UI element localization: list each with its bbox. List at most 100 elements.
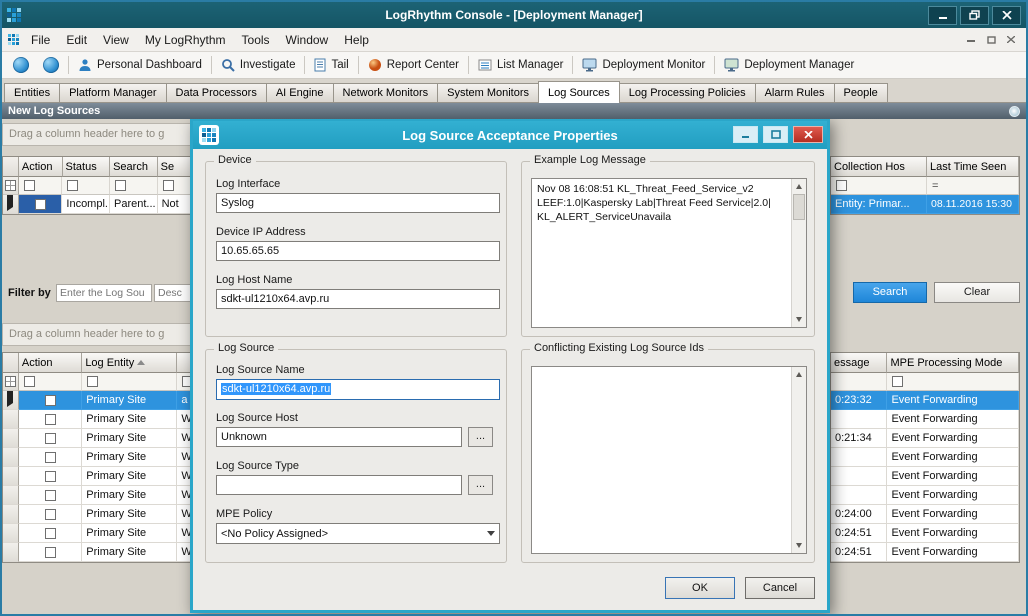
tail-button[interactable]: Tail (307, 55, 355, 75)
scroll-up-icon[interactable] (792, 367, 806, 382)
filter-checkbox[interactable] (67, 180, 78, 191)
log-host-name-input[interactable]: sdkt-ul1210x64.avp.ru (216, 289, 500, 309)
row-checkbox[interactable] (45, 509, 56, 520)
ok-button[interactable]: OK (665, 577, 735, 599)
column-header-action[interactable]: Action (19, 157, 63, 177)
table-row[interactable]: 0:21:34 Event Forwarding (831, 429, 1019, 448)
column-header-action[interactable]: Action (19, 353, 82, 373)
column-header-log-entity[interactable]: Log Entity (82, 353, 177, 373)
row-checkbox[interactable] (45, 452, 56, 463)
row-checkbox[interactable] (45, 547, 56, 558)
filter-checkbox[interactable] (24, 376, 35, 387)
column-header-mpe-processing-mode[interactable]: MPE Processing Mode (887, 353, 1019, 373)
example-log-message-box[interactable]: Nov 08 16:08:51 KL_Threat_Feed_Service_v… (531, 178, 807, 328)
column-header-last-time-seen[interactable]: Last Time Seen (927, 157, 1019, 177)
column-header-collection-host[interactable]: Collection Hos (831, 157, 927, 177)
filter-grid-icon[interactable] (5, 376, 16, 387)
section-circle-icon[interactable] (1009, 106, 1020, 117)
tab-log-sources[interactable]: Log Sources (538, 81, 620, 103)
tab-alarm-rules[interactable]: Alarm Rules (755, 83, 835, 102)
tab-people[interactable]: People (834, 83, 888, 102)
filter-equals-operator[interactable]: = (932, 180, 938, 192)
log-source-host-browse-button[interactable]: ... (468, 427, 493, 447)
table-row[interactable]: 0:23:32 Event Forwarding (831, 391, 1019, 410)
tab-network-monitors[interactable]: Network Monitors (333, 83, 439, 102)
scrollbar[interactable] (791, 179, 806, 327)
row-checkbox[interactable] (45, 414, 56, 425)
clear-button[interactable]: Clear (934, 282, 1020, 303)
filter-checkbox[interactable] (163, 180, 174, 191)
filter-checkbox[interactable] (892, 376, 903, 387)
table-row[interactable]: 0:24:51 Event Forwarding (831, 543, 1019, 562)
log-source-filter-input[interactable] (56, 284, 152, 302)
menu-my-logrhythm[interactable]: My LogRhythm (137, 30, 234, 50)
cancel-button[interactable]: Cancel (745, 577, 815, 599)
tab-data-processors[interactable]: Data Processors (166, 83, 267, 102)
list-manager-button[interactable]: List Manager (471, 55, 570, 75)
personal-dashboard-button[interactable]: Personal Dashboard (71, 55, 209, 75)
investigate-button[interactable]: Investigate (214, 55, 303, 75)
menu-tools[interactable]: Tools (234, 30, 278, 50)
device-ip-input[interactable]: 10.65.65.65 (216, 241, 500, 261)
deployment-manager-button[interactable]: Deployment Manager (717, 55, 861, 75)
table-row[interactable]: Event Forwarding (831, 448, 1019, 467)
report-center-button[interactable]: Report Center (361, 55, 466, 75)
row-checkbox[interactable] (45, 471, 56, 482)
scrollbar[interactable] (791, 367, 806, 553)
globe-button-2[interactable] (36, 54, 66, 76)
column-header-search[interactable]: Search (110, 157, 158, 177)
log-source-host-input[interactable]: Unknown (216, 427, 462, 447)
table-row[interactable]: Event Forwarding (831, 410, 1019, 429)
restore-button[interactable] (960, 6, 989, 25)
scroll-down-icon[interactable] (792, 312, 806, 327)
conflicting-log-source-ids-box[interactable] (531, 366, 807, 554)
filter-checkbox[interactable] (24, 180, 35, 191)
filter-checkbox[interactable] (87, 376, 98, 387)
log-source-name-input[interactable]: sdkt-ul1210x64.avp.ru (216, 379, 500, 400)
scroll-down-icon[interactable] (792, 538, 806, 553)
description-filter-input[interactable] (154, 284, 194, 302)
row-checkbox[interactable] (45, 490, 56, 501)
menu-view[interactable]: View (95, 30, 137, 50)
filter-grid-icon[interactable] (5, 180, 16, 191)
table-row[interactable]: Entity: Primar... 08.11.2016 15:30 (831, 195, 1019, 214)
column-header-status[interactable]: Status (63, 157, 111, 177)
deployment-monitor-button[interactable]: Deployment Monitor (575, 55, 712, 75)
tab-system-monitors[interactable]: System Monitors (437, 83, 539, 102)
scrollbar-thumb[interactable] (793, 194, 805, 220)
scroll-up-icon[interactable] (792, 179, 806, 194)
table-row[interactable]: 0:24:00 Event Forwarding (831, 505, 1019, 524)
menu-window[interactable]: Window (278, 30, 337, 50)
dialog-maximize-button[interactable] (763, 126, 788, 143)
row-checkbox[interactable] (45, 433, 56, 444)
log-source-type-input[interactable] (216, 475, 462, 495)
row-checkbox[interactable] (45, 528, 56, 539)
mdi-minimize-button[interactable] (962, 32, 980, 47)
log-source-type-browse-button[interactable]: ... (468, 475, 493, 495)
tab-ai-engine[interactable]: AI Engine (266, 83, 334, 102)
table-row[interactable]: Event Forwarding (831, 486, 1019, 505)
close-button[interactable] (992, 6, 1021, 25)
mdi-close-button[interactable] (1002, 32, 1020, 47)
globe-button[interactable] (6, 54, 36, 76)
filter-checkbox[interactable] (115, 180, 126, 191)
tab-platform-manager[interactable]: Platform Manager (59, 83, 166, 102)
column-header-message-partial[interactable]: essage (831, 353, 887, 373)
menu-file[interactable]: File (23, 30, 58, 50)
row-checkbox[interactable] (45, 395, 56, 406)
tab-log-processing-policies[interactable]: Log Processing Policies (619, 83, 756, 102)
table-row[interactable]: Event Forwarding (831, 467, 1019, 486)
log-interface-input[interactable]: Syslog (216, 193, 500, 213)
table-row[interactable]: 0:24:51 Event Forwarding (831, 524, 1019, 543)
dialog-minimize-button[interactable] (733, 126, 758, 143)
filter-checkbox[interactable] (836, 180, 847, 191)
minimize-button[interactable] (928, 6, 957, 25)
tab-entities[interactable]: Entities (4, 83, 60, 102)
dialog-close-button[interactable] (793, 126, 823, 143)
mpe-policy-select[interactable]: <No Policy Assigned> (216, 523, 500, 544)
mdi-restore-button[interactable] (982, 32, 1000, 47)
search-button[interactable]: Search (853, 282, 927, 303)
menu-help[interactable]: Help (336, 30, 377, 50)
row-checkbox[interactable] (35, 199, 46, 210)
menu-edit[interactable]: Edit (58, 30, 95, 50)
